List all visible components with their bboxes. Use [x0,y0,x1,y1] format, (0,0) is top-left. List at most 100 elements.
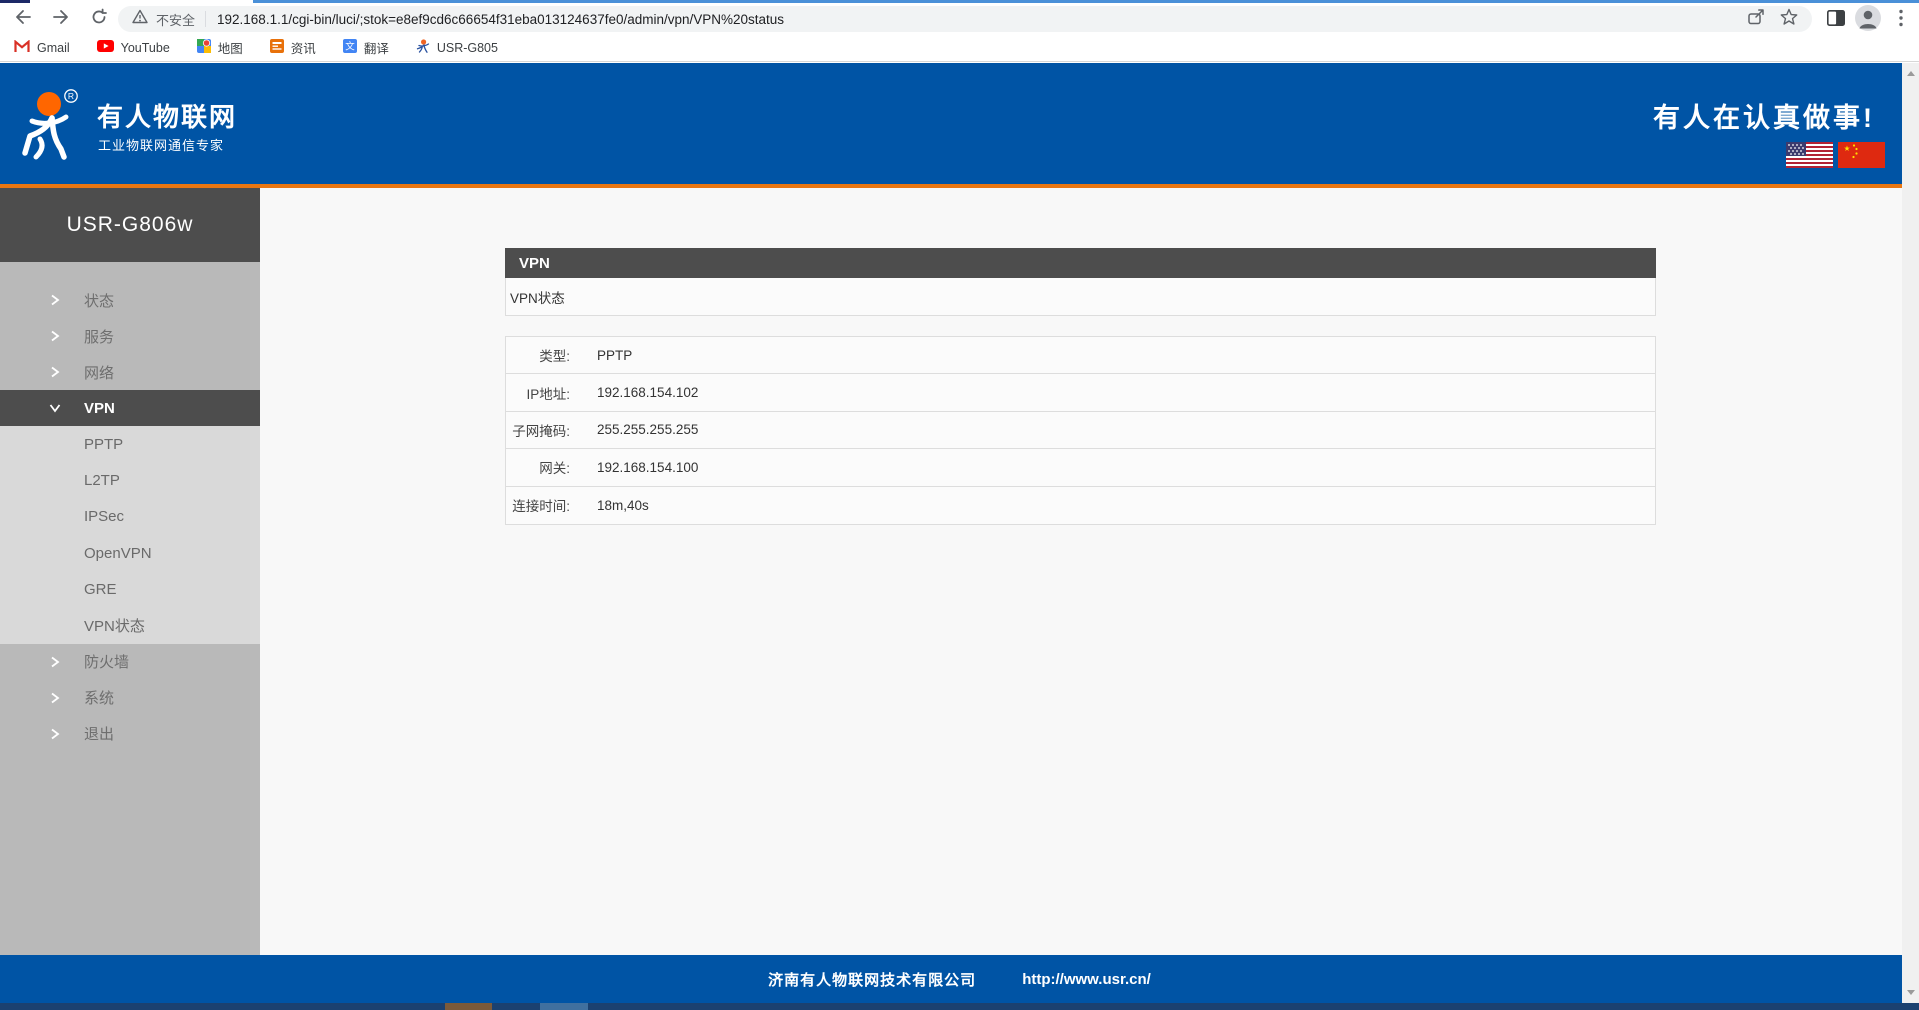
china-flag-icon[interactable] [1838,142,1885,168]
side-panel-icon [1826,9,1846,32]
bookmark-news[interactable]: 资讯 [270,38,316,57]
translate-icon: 文 [343,39,357,56]
bookmark-label: YouTube [121,41,170,55]
row-value: 255.255.255.255 [570,422,698,437]
table-row: 连接时间: 18m,40s [506,487,1655,524]
forward-button[interactable] [48,6,74,32]
row-label: 类型: [506,345,570,365]
sidebar-item-vpn-status[interactable]: VPN状态 [0,607,260,643]
table-row: 网关: 192.168.154.100 [506,449,1655,486]
bookmark-gmail[interactable]: Gmail [14,40,70,56]
news-icon [270,39,284,56]
bookmark-youtube[interactable]: YouTube [97,40,170,55]
device-name: USR-G806w [0,188,260,262]
row-label: IP地址: [506,383,570,403]
sidebar-item-firewall[interactable]: 防火墙 [0,644,260,680]
vpn-panel-subtitle: VPN状态 [505,278,1656,316]
sidebar-item-network[interactable]: 网络 [0,354,260,390]
star-icon [1780,8,1798,31]
bookmark-label: Gmail [37,41,70,55]
profile-button[interactable] [1855,7,1881,33]
bookmarks-bar: Gmail YouTube 地图 资讯 文 翻译 USR-G805 [0,34,1919,62]
table-row: IP地址: 192.168.154.102 [506,374,1655,411]
menu-button[interactable] [1891,9,1911,31]
sidebar-item-logout[interactable]: 退出 [0,716,260,752]
sidebar: USR-G806w 状态 服务 网络 VPN PPTP L2TP [0,188,260,955]
sidebar-item-gre[interactable]: GRE [0,571,260,607]
screen: 不安全 192.168.1.1/cgi-bin/luci/;stok=e8ef9… [0,0,1919,1010]
sidebar-item-label: 防火墙 [84,651,129,672]
chevron-down-icon [48,401,62,415]
share-button[interactable] [1745,8,1767,30]
row-value: 192.168.154.100 [570,460,698,475]
sidebar-item-label: PPTP [84,436,123,453]
browser-toolbar: 不安全 192.168.1.1/cgi-bin/luci/;stok=e8ef9… [0,3,1919,34]
chevron-right-icon [48,655,62,669]
bottom-strip-segment [540,1003,588,1010]
language-flags [1786,142,1885,168]
chevron-right-icon [48,293,62,307]
sidebar-item-label: VPN状态 [84,615,145,636]
scrollbar-down-icon[interactable] [1902,984,1919,1001]
sidebar-item-vpn[interactable]: VPN [0,390,260,426]
bottom-strip [0,1003,1919,1010]
sidebar-nav: 状态 服务 网络 VPN PPTP L2TP IPSec [0,262,260,752]
usr-bookmark-icon [416,39,430,56]
chevron-right-icon [48,691,62,705]
row-value: PPTP [570,348,632,363]
forward-icon [52,8,70,31]
scrollbar-up-icon[interactable] [1902,65,1919,82]
sidebar-item-openvpn[interactable]: OpenVPN [0,535,260,571]
sidebar-item-label: OpenVPN [84,545,152,562]
security-label: 不安全 [156,10,195,29]
chevron-right-icon [48,365,62,379]
sidebar-item-l2tp[interactable]: L2TP [0,462,260,498]
brand-title: 有人物联网 [97,97,237,134]
sidebar-item-ipsec[interactable]: IPSec [0,499,260,535]
svg-text:文: 文 [345,41,355,53]
sidebar-item-label: 网络 [84,362,114,383]
footer: 济南有人物联网技术有限公司 http://www.usr.cn/ [0,955,1919,1003]
vpn-panel-title: VPN [505,248,1656,278]
page-scrollbar[interactable] [1902,63,1919,1003]
bookmark-button[interactable] [1778,8,1800,30]
table-row: 类型: PPTP [506,337,1655,374]
kebab-menu-icon [1899,9,1903,32]
sidebar-item-label: 退出 [84,723,114,744]
youtube-icon [97,40,114,55]
share-icon [1747,8,1766,31]
back-icon [14,8,32,31]
bookmark-label: 翻译 [364,38,389,57]
sidebar-item-label: 服务 [84,326,114,347]
bookmark-translate[interactable]: 文 翻译 [343,38,389,57]
bookmark-usr-g805[interactable]: USR-G805 [416,39,498,56]
row-label: 网关: [506,457,570,477]
back-button[interactable] [10,6,36,32]
sidebar-item-services[interactable]: 服务 [0,318,260,354]
footer-website-link[interactable]: http://www.usr.cn/ [1022,971,1151,988]
side-panel-button[interactable] [1825,10,1847,30]
us-flag-icon[interactable] [1786,142,1833,168]
sidebar-item-status[interactable]: 状态 [0,282,260,318]
header-slogan: 有人在认真做事! [1653,96,1875,135]
table-row: 子网掩码: 255.255.255.255 [506,412,1655,449]
row-label: 连接时间: [506,495,570,515]
reload-button[interactable] [86,6,112,32]
sidebar-item-system[interactable]: 系统 [0,680,260,716]
bookmark-label: 地图 [218,38,243,57]
sidebar-item-pptp[interactable]: PPTP [0,426,260,462]
bookmark-maps[interactable]: 地图 [197,38,243,57]
footer-company: 济南有人物联网技术有限公司 [768,969,976,990]
brand-subtitle: 工业物联网通信专家 [98,135,224,154]
vpn-status-table: 类型: PPTP IP地址: 192.168.154.102 子网掩码: 255… [505,336,1656,525]
warning-icon [132,9,148,29]
svg-text:R: R [68,91,74,101]
gmail-icon [14,40,30,56]
address-separator [205,11,206,27]
bookmark-label: USR-G805 [437,41,498,55]
address-bar[interactable]: 不安全 192.168.1.1/cgi-bin/luci/;stok=e8ef9… [118,6,1812,32]
maps-icon [197,39,211,56]
reload-icon [90,8,108,31]
chevron-right-icon [48,727,62,741]
url-text: 192.168.1.1/cgi-bin/luci/;stok=e8ef9cd6c… [217,12,784,27]
